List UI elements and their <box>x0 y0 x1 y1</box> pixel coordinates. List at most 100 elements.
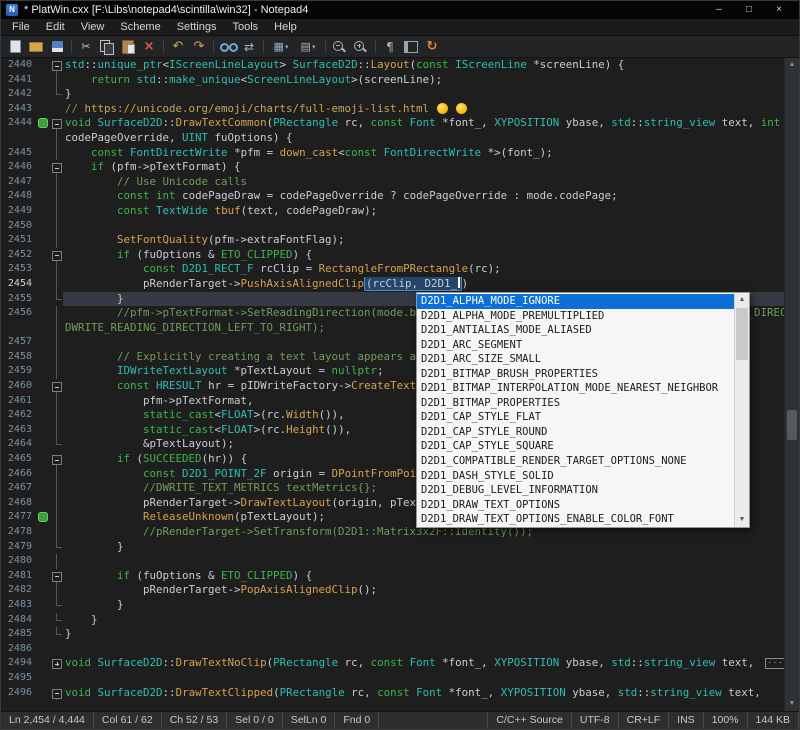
status-selection-lines[interactable]: SelLn 0 <box>283 712 336 729</box>
delete-icon[interactable]: × <box>139 38 159 56</box>
code-text[interactable]: } <box>63 627 799 642</box>
autocomplete-item[interactable]: D2D1_COMPATIBLE_RENDER_TARGET_OPTIONS_NO… <box>417 454 734 469</box>
code-text[interactable]: } <box>63 613 799 628</box>
autocomplete-scroll-up-icon[interactable]: ▲ <box>735 294 749 306</box>
code-text[interactable]: const TextWide tbuf(text, codePageDraw); <box>63 204 799 219</box>
open-file-icon[interactable] <box>26 38 46 56</box>
status-character[interactable]: Ch 52 / 53 <box>162 712 227 729</box>
code-text[interactable]: const FontDirectWrite *pfm = down_cast<c… <box>63 146 799 161</box>
code-row[interactable]: 2494void SurfaceD2D::DrawTextNoClip(PRec… <box>1 656 799 671</box>
code-row[interactable]: 2444void SurfaceD2D::DrawTextCommon(PRec… <box>1 116 799 131</box>
menu-scheme[interactable]: Scheme <box>112 20 168 34</box>
fold-toggle-icon[interactable] <box>50 116 63 131</box>
scroll-up-arrow-icon[interactable]: ▲ <box>785 60 799 70</box>
code-row[interactable]: 2440std::unique_ptr<IScreenLineLayout> S… <box>1 58 799 73</box>
code-text[interactable]: } <box>63 87 799 102</box>
status-scheme[interactable]: C/C++ Source <box>488 712 572 729</box>
autocomplete-item[interactable]: D2D1_DRAW_TEXT_OPTIONS <box>417 498 734 513</box>
code-row[interactable]: 2484 } <box>1 613 799 628</box>
fold-toggle-icon[interactable] <box>50 686 63 701</box>
code-text[interactable] <box>63 219 799 234</box>
fold-toggle-icon[interactable] <box>50 569 63 584</box>
panel-icon[interactable] <box>401 38 421 56</box>
menu-tools[interactable]: Tools <box>224 20 266 34</box>
code-row[interactable]: 2482 pRenderTarget->PopAxisAlignedClip()… <box>1 583 799 598</box>
code-text[interactable]: if (pfm->pTextFormat) { <box>63 160 799 175</box>
code-row[interactable]: 2441 return std::make_unique<ScreenLineL… <box>1 73 799 88</box>
code-row[interactable]: codePageOverride, UINT fuOptions) { <box>1 131 799 146</box>
code-row[interactable]: 2442} <box>1 87 799 102</box>
status-overtype[interactable]: INS <box>669 712 704 729</box>
code-row[interactable]: 2445 const FontDirectWrite *pfm = down_c… <box>1 146 799 161</box>
view-dropdown[interactable]: ▤▾ <box>295 38 321 56</box>
code-row[interactable]: 2454 pRenderTarget->PushAxisAlignedClip(… <box>1 277 799 292</box>
code-text[interactable]: // Use Unicode calls <box>63 175 799 190</box>
code-text[interactable]: const D2D1_RECT_F rcClip = RectangleFrom… <box>63 262 799 277</box>
code-text[interactable]: void SurfaceD2D::DrawTextClipped(PRectan… <box>63 686 799 701</box>
autocomplete-item[interactable]: D2D1_ALPHA_MODE_IGNORE <box>417 294 734 309</box>
scheme-dropdown[interactable]: ▦▾ <box>268 38 294 56</box>
code-row[interactable]: 2486 <box>1 642 799 657</box>
fold-toggle-icon[interactable] <box>50 656 63 671</box>
undo-icon[interactable]: ↶ <box>168 38 188 56</box>
code-row[interactable]: 2453 const D2D1_RECT_F rcClip = Rectangl… <box>1 262 799 277</box>
close-button[interactable]: × <box>764 1 794 19</box>
fold-toggle-icon[interactable] <box>50 379 63 394</box>
status-selection[interactable]: Sel 0 / 0 <box>227 712 283 729</box>
code-row[interactable]: 2485} <box>1 627 799 642</box>
zoom-in-icon[interactable] <box>351 38 371 56</box>
code-row[interactable]: 2452 if (fuOptions & ETO_CLIPPED) { <box>1 248 799 263</box>
editor-vscrollbar-thumb[interactable] <box>787 410 797 440</box>
code-text[interactable]: pRenderTarget->PopAxisAlignedClip(); <box>63 583 799 598</box>
fold-toggle-icon[interactable] <box>50 248 63 263</box>
autocomplete-item[interactable]: D2D1_DASH_STYLE_SOLID <box>417 469 734 484</box>
autocomplete-item[interactable]: D2D1_CAP_STYLE_ROUND <box>417 425 734 440</box>
autocomplete-item[interactable]: D2D1_ARC_SEGMENT <box>417 338 734 353</box>
code-row[interactable]: 2480 <box>1 554 799 569</box>
autocomplete-item[interactable]: D2D1_CAP_STYLE_SQUARE <box>417 439 734 454</box>
autocomplete-scrollbar[interactable]: ▲ ▼ <box>734 293 749 527</box>
code-row[interactable]: 2481 if (fuOptions & ETO_CLIPPED) { <box>1 569 799 584</box>
replace-icon[interactable]: ⇄ <box>239 38 259 56</box>
code-row[interactable]: 2495 <box>1 671 799 686</box>
code-row[interactable]: 2447 // Use Unicode calls <box>1 175 799 190</box>
autocomplete-item[interactable]: D2D1_BITMAP_BRUSH_PROPERTIES <box>417 367 734 382</box>
new-file-icon[interactable] <box>5 38 25 56</box>
code-row[interactable]: 2448 const int codePageDraw = codePageOv… <box>1 189 799 204</box>
menu-view[interactable]: View <box>73 20 113 34</box>
status-encoding[interactable]: UTF-8 <box>572 712 619 729</box>
find-icon[interactable] <box>218 38 238 56</box>
code-text[interactable]: const int codePageDraw = codePageOverrid… <box>63 189 799 204</box>
scroll-down-arrow-icon[interactable]: ▼ <box>785 699 799 709</box>
code-row[interactable]: 2479 } <box>1 540 799 555</box>
menu-edit[interactable]: Edit <box>38 20 73 34</box>
title-bar[interactable]: N * PlatWin.cxx [F:\Libs\notepad4\scinti… <box>1 1 799 19</box>
autocomplete-item[interactable]: D2D1_ANTIALIAS_MODE_ALIASED <box>417 323 734 338</box>
code-row[interactable]: 2449 const TextWide tbuf(text, codePageD… <box>1 204 799 219</box>
code-text[interactable]: void SurfaceD2D::DrawTextNoClip(PRectang… <box>63 656 799 671</box>
zoom-out-icon[interactable] <box>330 38 350 56</box>
word-wrap-icon[interactable]: ¶ <box>380 38 400 56</box>
autocomplete-item[interactable]: D2D1_BITMAP_PROPERTIES <box>417 396 734 411</box>
code-text[interactable] <box>63 642 799 657</box>
code-text[interactable]: } <box>63 598 799 613</box>
status-eol[interactable]: CR+LF <box>619 712 670 729</box>
code-text[interactable] <box>63 554 799 569</box>
code-text[interactable] <box>63 671 799 686</box>
status-column[interactable]: Col 61 / 62 <box>94 712 162 729</box>
code-row[interactable]: 2483 } <box>1 598 799 613</box>
menu-file[interactable]: File <box>4 20 38 34</box>
code-text[interactable]: } <box>63 540 799 555</box>
code-text[interactable]: codePageOverride, UINT fuOptions) { <box>63 131 799 146</box>
menu-settings[interactable]: Settings <box>169 20 225 34</box>
autocomplete-item[interactable]: D2D1_ARC_SIZE_SMALL <box>417 352 734 367</box>
code-text[interactable]: if (fuOptions & ETO_CLIPPED) { <box>63 569 799 584</box>
status-line[interactable]: Ln 2,454 / 4,444 <box>1 712 94 729</box>
fold-toggle-icon[interactable] <box>50 160 63 175</box>
autocomplete-scroll-down-icon[interactable]: ▼ <box>735 514 749 526</box>
fold-toggle-icon[interactable] <box>50 452 63 467</box>
menu-help[interactable]: Help <box>266 20 305 34</box>
cut-icon[interactable]: ✂ <box>76 38 96 56</box>
status-filesize[interactable]: 144 KB <box>748 712 799 729</box>
copy-icon[interactable] <box>97 38 117 56</box>
